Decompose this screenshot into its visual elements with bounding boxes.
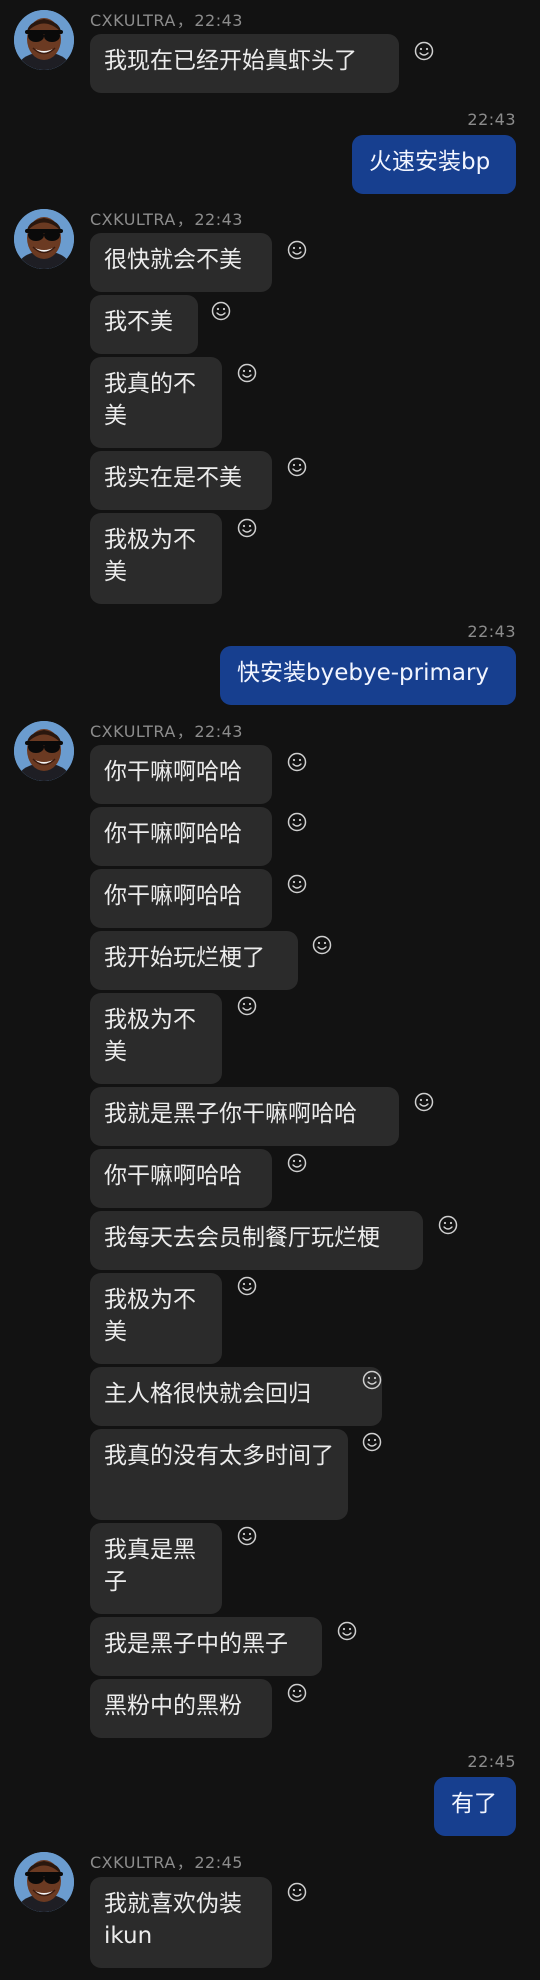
smiley-icon[interactable] — [414, 1092, 434, 1112]
incoming-message[interactable]: 你干嘛啊哈哈 — [90, 807, 272, 866]
avatar[interactable] — [14, 721, 74, 781]
sender-name: CXKULTRA — [90, 1853, 176, 1872]
incoming-message[interactable]: 我极为不美 — [90, 993, 222, 1084]
meta-separator: ， — [176, 11, 194, 30]
smiley-icon[interactable] — [287, 812, 307, 832]
smiley-icon[interactable] — [287, 752, 307, 772]
outgoing-message[interactable]: 有了 — [434, 1777, 516, 1836]
outgoing-time: 22:43 — [467, 622, 516, 641]
incoming-message[interactable]: 我真的不美 — [90, 357, 222, 448]
avatar[interactable] — [14, 1852, 74, 1912]
outgoing-message[interactable]: 火速安装bp — [352, 135, 516, 194]
smiley-icon[interactable] — [362, 1432, 382, 1452]
incoming-message[interactable]: 我就是黑子你干嘛啊哈哈 — [90, 1087, 399, 1146]
smiley-icon[interactable] — [287, 240, 307, 260]
outgoing-time: 22:45 — [467, 1752, 516, 1771]
smiley-icon[interactable] — [237, 1276, 257, 1296]
incoming-message[interactable]: 我是黑子中的黑子 — [90, 1617, 322, 1676]
smiley-icon[interactable] — [211, 301, 231, 321]
avatar[interactable] — [14, 10, 74, 70]
incoming-message[interactable]: 很快就会不美 — [90, 233, 272, 292]
incoming-message[interactable]: 你干嘛啊哈哈 — [90, 1149, 272, 1208]
message-time: 22:43 — [194, 210, 243, 229]
smiley-icon[interactable] — [287, 874, 307, 894]
smiley-icon[interactable] — [237, 996, 257, 1016]
incoming-message[interactable]: 你干嘛啊哈哈 — [90, 869, 272, 928]
meta-separator: ， — [176, 210, 194, 229]
incoming-message[interactable]: 黑粉中的黑粉 — [90, 1679, 272, 1738]
incoming-message[interactable]: 你干嘛啊哈哈 — [90, 745, 272, 804]
incoming-message[interactable]: 我真的没有太多时间了 — [90, 1429, 348, 1520]
message-time: 22:45 — [194, 1853, 243, 1872]
outgoing-message[interactable]: 快安装byebye-primary — [220, 646, 516, 705]
smiley-icon[interactable] — [287, 1882, 307, 1902]
smiley-icon[interactable] — [414, 41, 434, 61]
incoming-message[interactable]: 我现在已经开始真虾头了 — [90, 34, 399, 93]
meta-separator: ， — [176, 722, 194, 741]
message-meta: CXKULTRA，22:45 — [90, 1853, 243, 1873]
avatar-image — [14, 721, 74, 781]
smiley-icon[interactable] — [287, 1153, 307, 1173]
incoming-message[interactable]: 我极为不美 — [90, 513, 222, 604]
incoming-message[interactable]: 我真是黑子 — [90, 1523, 222, 1614]
sender-name: CXKULTRA — [90, 11, 176, 30]
message-time: 22:43 — [194, 722, 243, 741]
incoming-message[interactable]: 我不美 — [90, 295, 198, 354]
smiley-icon[interactable] — [237, 363, 257, 383]
incoming-message[interactable]: 我每天去会员制餐厅玩烂梗 — [90, 1211, 423, 1270]
avatar-image — [14, 1852, 74, 1912]
incoming-message[interactable]: 我就喜欢伪装ikun — [90, 1877, 272, 1968]
outgoing-time: 22:43 — [467, 110, 516, 129]
sender-name: CXKULTRA — [90, 722, 176, 741]
smiley-icon[interactable] — [237, 1526, 257, 1546]
message-meta: CXKULTRA，22:43 — [90, 210, 243, 230]
message-meta: CXKULTRA，22:43 — [90, 722, 243, 742]
incoming-message[interactable]: 我实在是不美 — [90, 451, 272, 510]
meta-separator: ， — [176, 1853, 194, 1872]
smiley-icon[interactable] — [362, 1370, 382, 1390]
smiley-icon[interactable] — [287, 1683, 307, 1703]
smiley-icon[interactable] — [237, 518, 257, 538]
smiley-icon[interactable] — [312, 935, 332, 955]
message-meta: CXKULTRA，22:43 — [90, 11, 243, 31]
avatar-image — [14, 10, 74, 70]
message-time: 22:43 — [194, 11, 243, 30]
incoming-message[interactable]: 主人格很快就会回归 — [90, 1367, 382, 1426]
smiley-icon[interactable] — [337, 1621, 357, 1641]
smiley-icon[interactable] — [438, 1215, 458, 1235]
incoming-message[interactable]: 我开始玩烂梗了 — [90, 931, 298, 990]
incoming-message[interactable]: 我极为不美 — [90, 1273, 222, 1364]
avatar[interactable] — [14, 209, 74, 269]
avatar-image — [14, 209, 74, 269]
smiley-icon[interactable] — [287, 457, 307, 477]
sender-name: CXKULTRA — [90, 210, 176, 229]
